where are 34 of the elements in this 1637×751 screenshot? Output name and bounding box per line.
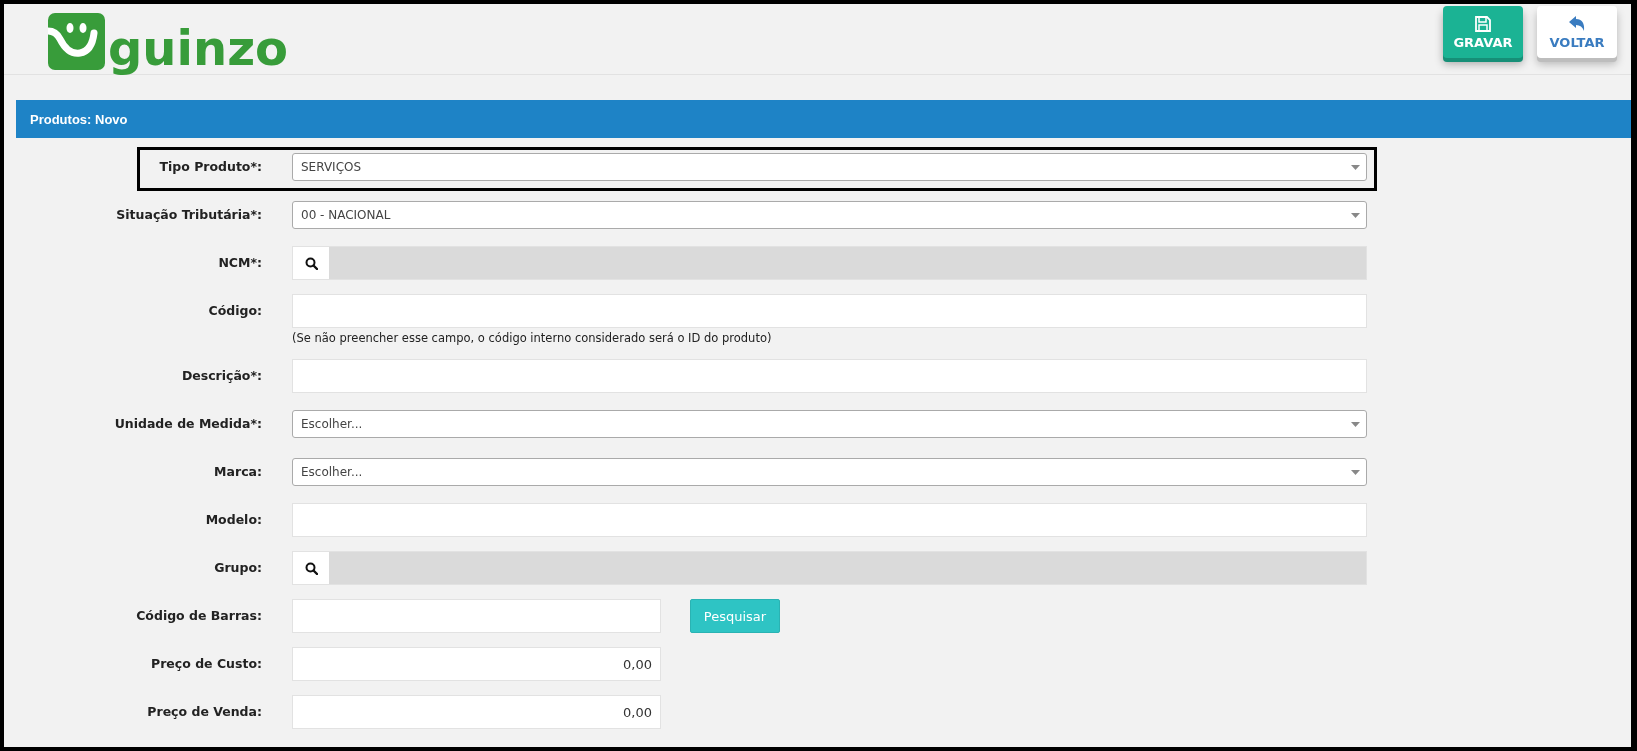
input-field[interactable] (292, 599, 661, 633)
dropdown[interactable]: 00 - NACIONAL (292, 201, 1367, 229)
caret-icon (1351, 469, 1360, 475)
field-label: Situação Tributária*: (115, 206, 263, 224)
field-label: Código de Barras: (135, 607, 263, 625)
lookup-field[interactable] (292, 246, 1367, 280)
caret-icon (1351, 164, 1360, 170)
caret-icon (1351, 421, 1360, 427)
field-hint: (Se não preencher esse campo, o código interno considerado será o ID do produto) (292, 331, 773, 345)
caret-icon (1351, 212, 1360, 218)
lookup-field[interactable] (292, 551, 1367, 585)
search-icon (304, 561, 318, 575)
input-field[interactable]: 0,00 (292, 647, 661, 681)
panel-title: Produtos: Novo (16, 100, 1631, 138)
field-label: Grupo: (213, 559, 263, 577)
dropdown[interactable]: Escolher... (292, 410, 1367, 438)
field-label: Descrição*: (180, 367, 263, 385)
field-label: Tipo Produto*: (158, 158, 263, 176)
input-field[interactable] (292, 359, 1367, 393)
input-field[interactable] (292, 503, 1367, 537)
dropdown[interactable]: Escolher... (292, 458, 1367, 486)
input-field[interactable]: 0,00 (292, 695, 661, 729)
input-field[interactable] (292, 294, 1367, 328)
field-label: Unidade de Medida*: (113, 415, 263, 433)
field-label: Código: (207, 302, 263, 320)
field-label: Preço de Custo: (150, 655, 263, 673)
curved-arrow-icon (1568, 14, 1586, 33)
logo-icon (48, 13, 105, 70)
field-label: Preço de Venda: (146, 703, 263, 721)
field-label: Modelo: (204, 511, 263, 529)
field-label: Marca: (213, 463, 263, 481)
dropdown[interactable]: SERVIÇOS (292, 153, 1367, 181)
search-icon (304, 256, 318, 270)
field-label: NCM*: (217, 254, 263, 272)
